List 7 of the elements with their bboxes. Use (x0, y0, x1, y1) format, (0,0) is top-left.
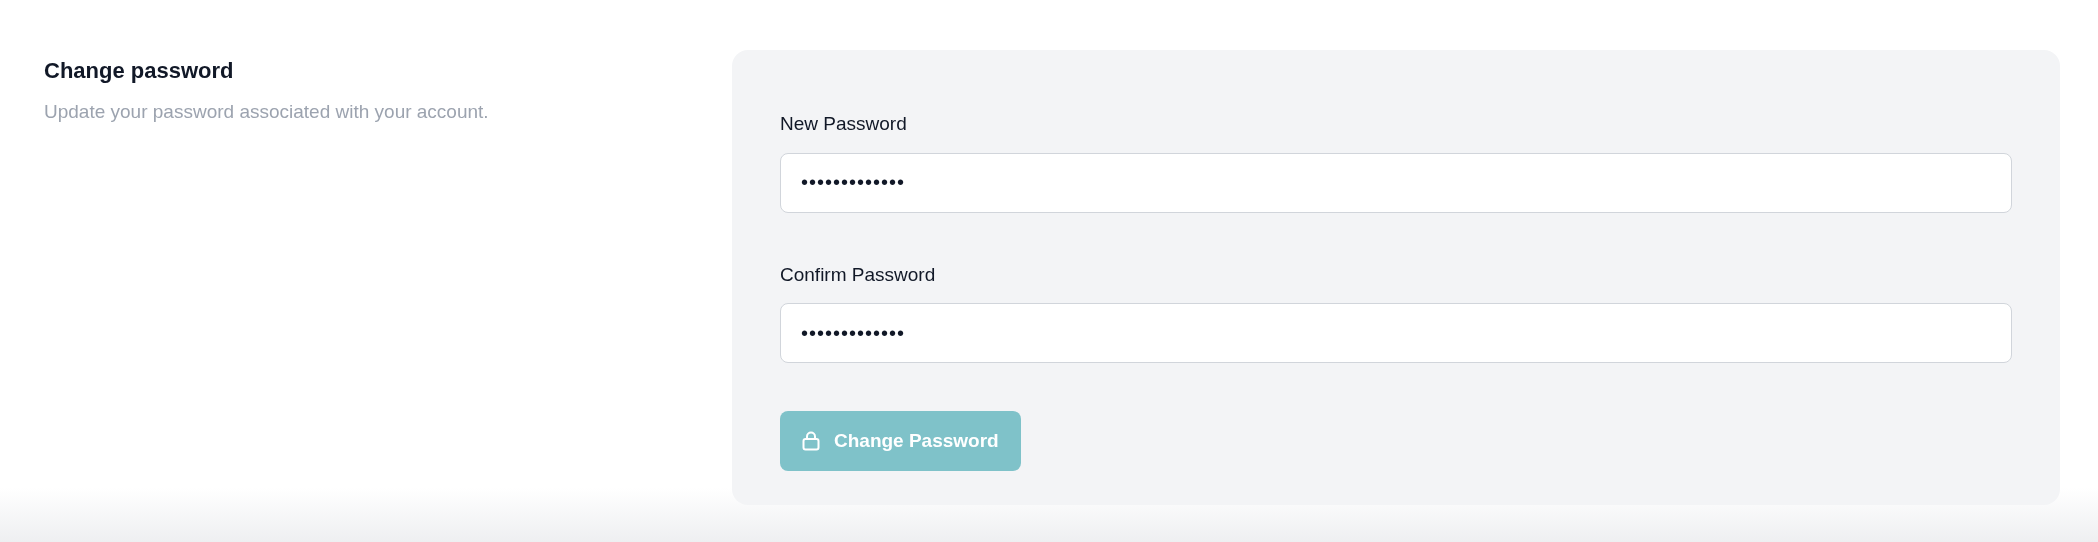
password-field[interactable]: ••••••••••••• (780, 303, 2012, 363)
password-field[interactable]: ••••••••••••• (780, 152, 2012, 213)
field-label: New Password (780, 112, 908, 136)
field-label: Confirm Password (780, 262, 937, 287)
section-title: Change password (44, 58, 235, 85)
lock-icon (802, 431, 820, 451)
section-description: Update your password associated with your account. (44, 100, 490, 125)
